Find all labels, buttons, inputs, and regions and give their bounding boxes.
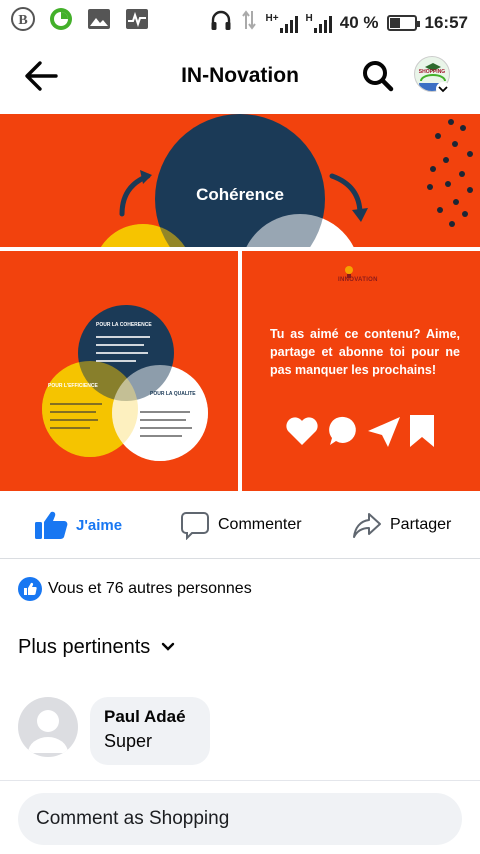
status-bar: B H+ H 40 % 16:57 bbox=[0, 0, 480, 38]
comment-input[interactable] bbox=[18, 793, 462, 845]
sort-label: Plus pertinents bbox=[18, 635, 151, 658]
back-button[interactable] bbox=[22, 58, 62, 94]
share-button[interactable]: Partager bbox=[352, 507, 451, 543]
b-circle-icon: B bbox=[10, 6, 36, 32]
engagement-icons bbox=[286, 415, 434, 447]
account-switch-chevron[interactable] bbox=[436, 82, 450, 96]
status-notification-icons: B bbox=[10, 6, 150, 32]
post-action-bar: J'aime Commenter Partager bbox=[0, 491, 480, 559]
speech-bubble-icon bbox=[329, 416, 356, 445]
reactions-summary[interactable]: Vous et 76 autres personnes bbox=[18, 576, 252, 602]
app-header: IN-Novation SHOPPING bbox=[0, 38, 480, 114]
post-image-grid: Cohérence POUR LA COHERENCE POUR L'EFFIC… bbox=[0, 114, 480, 491]
svg-text:B: B bbox=[18, 13, 27, 28]
comment-composer-bar bbox=[0, 780, 480, 854]
comment-sort-dropdown[interactable]: Plus pertinents bbox=[18, 632, 176, 662]
like-reaction-icon bbox=[18, 577, 42, 601]
venn-top-title: POUR LA COHERENCE bbox=[96, 322, 152, 328]
pulse-icon bbox=[124, 6, 150, 32]
share-arrow-icon bbox=[353, 513, 381, 538]
data-transfer-icon bbox=[241, 9, 257, 36]
clock: 16:57 bbox=[424, 12, 468, 32]
search-button[interactable] bbox=[358, 56, 398, 96]
venn-diagram bbox=[42, 305, 208, 461]
cta-text: Tu as aimé ce contenu? Aime, partage et … bbox=[270, 327, 460, 378]
green-ring-icon bbox=[48, 6, 74, 32]
comment-label: Commenter bbox=[218, 516, 302, 533]
share-label: Partager bbox=[390, 516, 452, 533]
like-button[interactable]: J'aime bbox=[34, 507, 122, 543]
venn-right-title: POUR LA QUALITE bbox=[150, 391, 196, 397]
network-type-2: H bbox=[305, 12, 313, 24]
commenter-avatar[interactable] bbox=[18, 697, 78, 757]
signal-1-icon: H+ bbox=[265, 12, 298, 33]
comment-author[interactable]: Paul Adaé bbox=[104, 707, 196, 727]
battery-icon bbox=[386, 14, 420, 31]
chevron-down-icon bbox=[162, 642, 175, 651]
comment-button[interactable]: Commenter bbox=[180, 507, 302, 543]
signal-2-icon: H bbox=[306, 13, 332, 33]
headphones-icon bbox=[209, 8, 233, 37]
comment-bubble[interactable]: Paul Adaé Super bbox=[90, 697, 210, 765]
bookmark-icon bbox=[410, 415, 434, 447]
status-system-icons: H+ H 40 % 16:57 bbox=[209, 8, 468, 37]
network-type-1: H+ bbox=[265, 12, 279, 24]
post-image-bottom-right[interactable]: INNOVATION Tu as aimé ce contenu? Aime, … bbox=[242, 251, 480, 491]
thumbs-up-icon bbox=[35, 511, 68, 539]
brand-name: INNOVATION bbox=[338, 277, 378, 283]
comment-text: Super bbox=[104, 731, 153, 751]
arrow-left-icon bbox=[25, 61, 58, 91]
battery-percent: 40 % bbox=[339, 12, 379, 32]
search-icon bbox=[363, 61, 394, 92]
page-title: IN-Novation bbox=[181, 64, 299, 87]
heart-icon bbox=[286, 417, 318, 445]
page-avatar-label: SHOPPING bbox=[418, 69, 446, 75]
post-image-bottom-left[interactable]: POUR LA COHERENCE POUR L'EFFICIENCE POUR… bbox=[0, 251, 238, 491]
chevron-down-icon bbox=[438, 86, 448, 93]
venn-left-title: POUR L'EFFICIENCE bbox=[48, 383, 98, 389]
reactions-text: Vous et 76 autres personnes bbox=[48, 580, 252, 597]
top-image-title: Cohérence bbox=[196, 185, 284, 204]
like-label: J'aime bbox=[76, 516, 123, 534]
gallery-icon bbox=[86, 6, 112, 32]
comment-icon bbox=[181, 512, 209, 540]
default-avatar-icon bbox=[28, 710, 68, 753]
coherence-diagram bbox=[100, 114, 473, 247]
paper-plane-icon bbox=[368, 417, 400, 447]
post-image-top[interactable]: Cohérence bbox=[0, 114, 480, 247]
